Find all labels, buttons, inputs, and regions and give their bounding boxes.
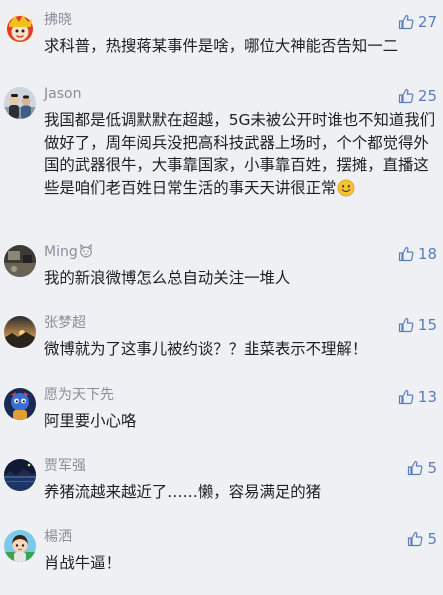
- user-name[interactable]: 拂晓: [44, 11, 72, 29]
- like-button[interactable]: 5: [407, 529, 437, 549]
- like-button[interactable]: 13: [398, 387, 437, 407]
- user-name[interactable]: Ming: [44, 243, 93, 261]
- blue-character-avatar: [4, 388, 36, 420]
- thumbs-up-icon: [398, 88, 414, 104]
- like-count: 18: [417, 245, 437, 263]
- like-button[interactable]: 27: [398, 12, 437, 32]
- like-button[interactable]: 5: [407, 458, 437, 478]
- thumbs-up-icon: [408, 460, 423, 476]
- people-photo-avatar: [4, 87, 36, 119]
- comment-text: 微博就为了这事儿被约谈？？韭菜表示不理解！: [44, 340, 368, 358]
- thumbs-up-icon: [398, 246, 414, 262]
- comment-text: 肖战牛逼！: [44, 554, 121, 572]
- cartoon-face-avatar: [4, 13, 36, 45]
- like-count: 5: [427, 530, 437, 548]
- smiling-face-emoji: [338, 179, 355, 197]
- avatar[interactable]: [4, 87, 36, 119]
- sunset-landscape-avatar: [4, 316, 36, 348]
- user-name[interactable]: 贾军强: [44, 457, 86, 475]
- like-button[interactable]: 15: [398, 315, 437, 335]
- anime-character-avatar: [4, 530, 36, 562]
- thumbs-up-icon: [408, 531, 423, 547]
- avatar[interactable]: [4, 459, 36, 491]
- comment-text: 我的新浪微博怎么总自动关注一堆人: [44, 269, 291, 287]
- avatar[interactable]: [4, 316, 36, 348]
- dark-room-photo-avatar: [4, 245, 36, 277]
- like-count: 25: [417, 87, 437, 105]
- like-count: 15: [417, 316, 437, 334]
- like-count: 27: [417, 13, 437, 31]
- like-count: 13: [417, 388, 437, 406]
- thumbs-up-icon: [398, 317, 414, 333]
- like-button[interactable]: 18: [398, 244, 437, 264]
- comment-text: 求科普，热搜蒋某事件是啥，哪位大神能否告知一二: [44, 37, 398, 55]
- night-lake-avatar: [4, 459, 36, 491]
- user-name[interactable]: 愿为天下先: [44, 386, 114, 404]
- like-button[interactable]: 25: [398, 86, 437, 106]
- like-count: 5: [427, 459, 437, 477]
- avatar[interactable]: [4, 245, 36, 277]
- thumbs-up-icon: [398, 389, 414, 405]
- thumbs-up-icon: [398, 14, 414, 30]
- user-name[interactable]: 楊洒: [44, 528, 72, 546]
- comment-text: 阿里要小心咯: [44, 412, 137, 430]
- avatar[interactable]: [4, 13, 36, 45]
- comment-text-body: 我国都是低调默默在超越，5G未被公开时谁也不知道我们做好了，周年阅兵没把高科技武…: [44, 111, 436, 197]
- user-name-text: Ming: [44, 244, 78, 260]
- avatar[interactable]: [4, 530, 36, 562]
- comment-list: 拂晓 27 求科普，热搜蒋某事件是啥，哪位大神能否告知一二 Jason 25 我…: [0, 0, 443, 595]
- cat-face-emoji: [79, 244, 92, 258]
- comment-text: 我国都是低调默默在超越，5G未被公开时谁也不知道我们做好了，周年阅兵没把高科技武…: [44, 109, 436, 199]
- comment-text: 养猪流越来越近了……懒，容易满足的猪: [44, 483, 322, 501]
- user-name[interactable]: 张梦超: [44, 314, 86, 332]
- user-name[interactable]: Jason: [44, 85, 81, 103]
- avatar[interactable]: [4, 388, 36, 420]
